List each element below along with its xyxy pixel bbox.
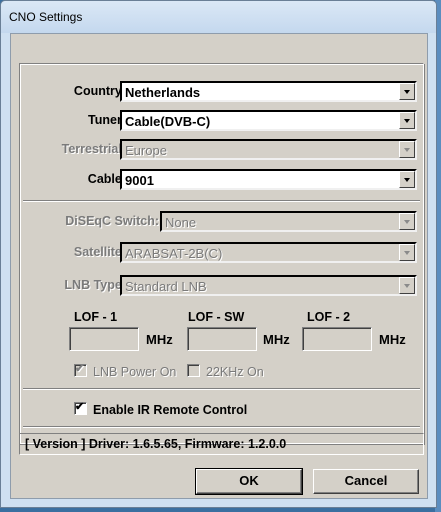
diseqc-label: DiSEqC Switch: (65, 214, 159, 228)
lof1-field[interactable] (69, 327, 139, 351)
lof2-field[interactable] (302, 327, 372, 351)
checkbox-box[interactable]: ✔ (74, 363, 87, 377)
chevron-down-icon[interactable] (399, 244, 415, 261)
ok-button[interactable]: OK (195, 468, 303, 495)
lnb-power-label: LNB Power On (93, 365, 177, 379)
country-combo[interactable]: Netherlands (120, 81, 417, 102)
chevron-down-icon[interactable] (399, 277, 415, 294)
cno-settings-dialog: CNO Settings Country: Netherlands Tuner:… (0, 0, 437, 508)
check-icon: ✔ (75, 363, 85, 375)
lof1-label: LOF - 1 (74, 310, 118, 324)
cable-combo[interactable]: 9001 (120, 169, 417, 190)
divider (23, 200, 420, 202)
chevron-down-icon[interactable] (399, 141, 415, 158)
ir-remote-label: Enable IR Remote Control (93, 403, 248, 417)
lof2-label: LOF - 2 (307, 310, 351, 324)
window-title: CNO Settings (9, 10, 83, 24)
checkbox-box[interactable]: ✔ (74, 401, 87, 415)
tuner-value: Cable(DVB-C) (125, 114, 211, 129)
country-value: Netherlands (125, 85, 201, 100)
satellite-combo[interactable]: ARABSAT-2B(C) (120, 242, 417, 263)
satellite-value: ARABSAT-2B(C) (125, 246, 223, 261)
lofsw-label: LOF - SW (188, 310, 245, 324)
divider (23, 426, 420, 428)
lnb-type-label: LNB Type: (64, 278, 126, 292)
lof1-unit: MHz (146, 332, 173, 347)
terrestrial-label: Terrestrial: (61, 142, 126, 156)
version-panel: [ Version ] Driver: 1.6.5.65, Firmware: … (19, 433, 424, 455)
ir-remote-checkbox[interactable]: ✔ Enable IR Remote Control (74, 401, 248, 417)
diseqc-value: None (165, 215, 197, 230)
cancel-button[interactable]: Cancel (313, 469, 419, 494)
22khz-label: 22KHz On (206, 365, 264, 379)
lnb-type-value: Standard LNB (125, 279, 207, 294)
lof2-unit: MHz (379, 332, 406, 347)
terrestrial-combo[interactable]: Europe (120, 139, 417, 160)
country-label: Country: (73, 84, 126, 98)
terrestrial-value: Europe (125, 143, 167, 158)
checkbox-box[interactable] (187, 364, 200, 377)
cable-value: 9001 (125, 173, 154, 188)
diseqc-combo[interactable]: None (160, 211, 417, 232)
settings-group: Country: Netherlands Tuner: Cable(DVB-C)… (19, 63, 424, 444)
tuner-combo[interactable]: Cable(DVB-C) (120, 110, 417, 131)
version-text: [ Version ] Driver: 1.6.5.65, Firmware: … (25, 437, 287, 451)
22khz-checkbox[interactable]: 22KHz On (187, 364, 264, 379)
lofsw-field[interactable] (187, 327, 257, 351)
lnb-power-checkbox[interactable]: ✔ LNB Power On (74, 363, 177, 379)
dialog-client-area: Country: Netherlands Tuner: Cable(DVB-C)… (10, 33, 428, 499)
divider (23, 388, 420, 390)
chevron-down-icon[interactable] (399, 171, 415, 188)
chevron-down-icon[interactable] (399, 83, 415, 100)
lofsw-unit: MHz (263, 332, 290, 347)
chevron-down-icon[interactable] (399, 112, 415, 129)
chevron-down-icon[interactable] (399, 213, 415, 230)
lnb-type-combo[interactable]: Standard LNB (120, 275, 417, 296)
check-icon: ✔ (75, 401, 85, 413)
title-bar[interactable]: CNO Settings (1, 1, 436, 33)
satellite-label: Satellite: (73, 245, 126, 259)
